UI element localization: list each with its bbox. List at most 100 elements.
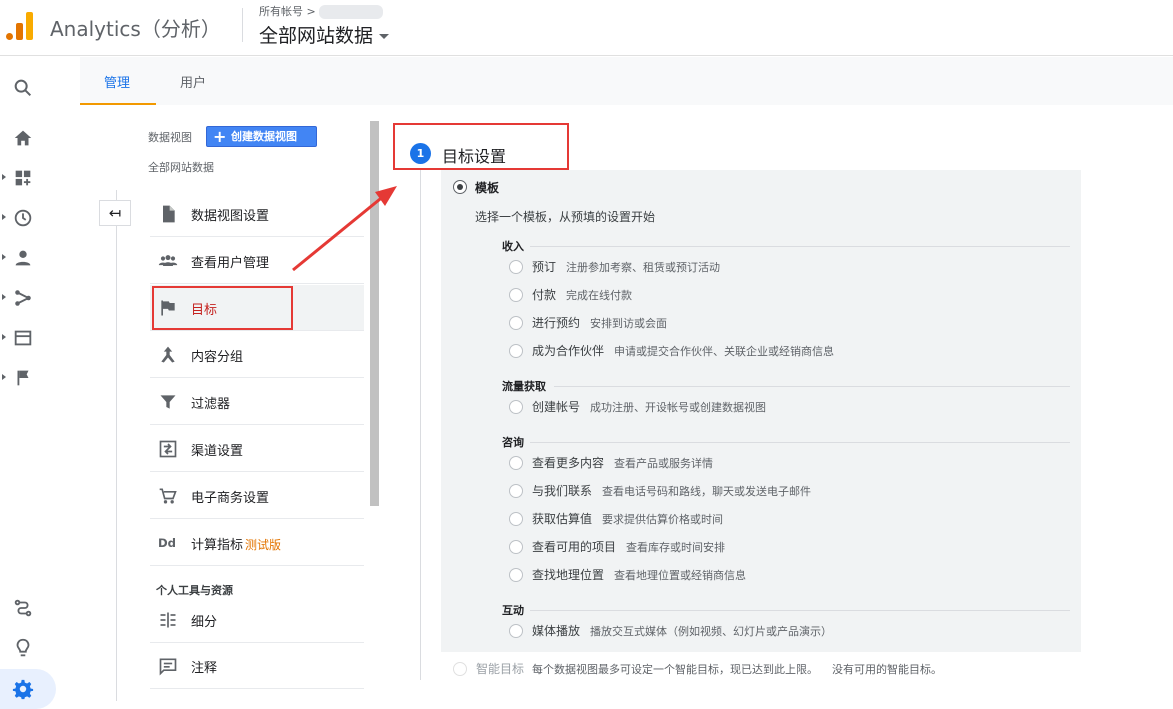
option-description: 查看产品或服务详情 <box>614 457 714 470</box>
channel-icon <box>159 440 177 458</box>
template-radio[interactable] <box>453 180 467 194</box>
tab-active-indicator <box>80 103 156 105</box>
option-name: 进行预约 <box>532 316 581 330</box>
option-name: 成为合作伙伴 <box>532 344 605 358</box>
category-divider <box>530 442 1070 443</box>
home-icon[interactable] <box>12 127 34 149</box>
option-description: 安排到访或会面 <box>590 317 668 330</box>
option-description: 查看地理位置或经销商信息 <box>614 569 747 582</box>
option-label: 成为合作伙伴 申请或提交合作伙伴、关联企业或经销商信息 <box>532 342 834 359</box>
option-radio[interactable] <box>509 400 523 414</box>
option-name: 媒体播放 <box>532 624 581 638</box>
template-description: 选择一个模板，从预填的设置开始 <box>475 210 656 224</box>
expand-arrow-icon[interactable] <box>2 294 6 300</box>
filter-icon <box>160 395 176 409</box>
menu-item-ecommerce-settings[interactable]: 电子商务设置 <box>150 473 364 519</box>
grouping-icon <box>161 346 175 363</box>
smart-goal-radio <box>453 662 467 676</box>
menu-item-segments[interactable]: 细分 <box>150 597 364 643</box>
expand-arrow-icon[interactable] <box>2 174 6 180</box>
realtime-clock-icon[interactable] <box>12 207 34 229</box>
menu-item-annotations[interactable]: 注释 <box>150 643 364 689</box>
expand-arrow-icon[interactable] <box>2 374 6 380</box>
smart-goal-name: 智能目标 <box>476 662 525 676</box>
back-button[interactable]: ↤ <box>99 200 131 226</box>
option-description: 要求提供估算价格或时间 <box>602 513 724 526</box>
option-radio[interactable] <box>509 484 523 498</box>
option-name: 与我们联系 <box>532 484 593 498</box>
expand-arrow-icon[interactable] <box>2 334 6 340</box>
option-label: 查找地理位置 查看地理位置或经销商信息 <box>532 566 746 583</box>
scrollbar[interactable] <box>370 121 379 506</box>
option-label: 创建帐号 成功注册、开设帐号或创建数据视图 <box>532 398 766 415</box>
admin-tabs: 管理 用户 <box>80 57 1173 105</box>
tab-admin[interactable]: 管理 <box>104 72 130 91</box>
option-label: 查看更多内容 查看产品或服务详情 <box>532 454 713 471</box>
option-radio[interactable] <box>509 344 523 358</box>
app-title: Analytics（分析） <box>50 17 221 41</box>
menu-item-channel-settings[interactable]: 渠道设置 <box>150 426 364 472</box>
option-radio[interactable] <box>509 512 523 526</box>
comment-icon <box>159 658 177 676</box>
menu-item-label: 渠道设置 <box>191 444 244 459</box>
option-radio[interactable] <box>509 260 523 274</box>
menu-item-label: 电子商务设置 <box>191 491 270 506</box>
option-radio[interactable] <box>509 456 523 470</box>
attribution-icon[interactable] <box>12 597 34 619</box>
audience-person-icon[interactable] <box>12 247 34 269</box>
view-name: 全部网站数据 <box>148 161 214 174</box>
gear-icon[interactable] <box>12 678 34 700</box>
option-label: 与我们联系 查看电话号码和路线，聊天或发送电子邮件 <box>532 482 811 499</box>
section-personal-tools: 个人工具与资源 <box>156 584 233 597</box>
category-engagement: 互动 <box>502 604 524 617</box>
menu-item-content-grouping[interactable]: 内容分组 <box>150 332 364 378</box>
analytics-logo-icon[interactable] <box>6 10 34 40</box>
option-radio[interactable] <box>509 540 523 554</box>
option-name: 创建帐号 <box>532 400 581 414</box>
create-view-button[interactable]: + 创建数据视图 <box>206 126 317 147</box>
option-description: 查看电话号码和路线，聊天或发送电子邮件 <box>602 485 812 498</box>
expand-arrow-icon[interactable] <box>2 214 6 220</box>
category-divider <box>554 386 1070 387</box>
highlight-box-goals <box>152 286 293 330</box>
tab-user[interactable]: 用户 <box>180 72 206 91</box>
category-inquiry: 咨询 <box>502 436 524 449</box>
category-acquisition: 流量获取 <box>502 380 546 393</box>
column-divider <box>116 190 117 701</box>
account-breadcrumb[interactable]: 所有帐号 > <box>259 3 383 19</box>
search-icon[interactable] <box>12 77 34 99</box>
menu-item-label: 查看用户管理 <box>191 256 270 271</box>
behavior-window-icon[interactable] <box>12 327 34 349</box>
app-header: Analytics（分析） 所有帐号 > 全部网站数据 <box>0 0 1173 56</box>
option-radio[interactable] <box>509 316 523 330</box>
customization-icon[interactable] <box>12 167 34 189</box>
option-name: 获取估算值 <box>532 512 593 526</box>
acquisition-icon[interactable] <box>12 287 34 309</box>
category-revenue: 收入 <box>502 240 524 253</box>
option-radio[interactable] <box>509 624 523 638</box>
option-label: 进行预约 安排到访或会面 <box>532 314 667 331</box>
menu-item-filters[interactable]: 过滤器 <box>150 379 364 425</box>
menu-item-calculated-metrics[interactable]: Dd 计算指标 测试版 <box>150 520 364 566</box>
expand-arrow-icon[interactable] <box>2 254 6 260</box>
option-description: 查看库存或时间安排 <box>626 541 726 554</box>
property-selector[interactable]: 全部网站数据 <box>259 21 390 48</box>
option-description: 注册参加考察、租赁或预订活动 <box>566 261 721 274</box>
option-description: 申请或提交合作伙伴、关联企业或经销商信息 <box>614 345 835 358</box>
option-label: 获取估算值 要求提供估算价格或时间 <box>532 510 723 527</box>
people-icon <box>158 255 178 266</box>
menu-item-label: 数据视图设置 <box>191 209 270 224</box>
category-divider <box>530 246 1070 247</box>
lightbulb-icon[interactable] <box>12 637 34 659</box>
conversions-flag-icon[interactable] <box>12 367 34 389</box>
option-description: 完成在线付款 <box>566 289 633 302</box>
option-name: 查找地理位置 <box>532 568 605 582</box>
menu-item-label: 细分 <box>191 615 218 630</box>
option-radio[interactable] <box>509 288 523 302</box>
create-view-button-label: 创建数据视图 <box>231 130 297 143</box>
plus-icon: + <box>213 127 227 146</box>
option-name: 查看可用的项目 <box>532 540 617 554</box>
account-breadcrumb-label: 所有帐号 > <box>259 5 316 18</box>
step-divider <box>420 170 421 680</box>
option-radio[interactable] <box>509 568 523 582</box>
